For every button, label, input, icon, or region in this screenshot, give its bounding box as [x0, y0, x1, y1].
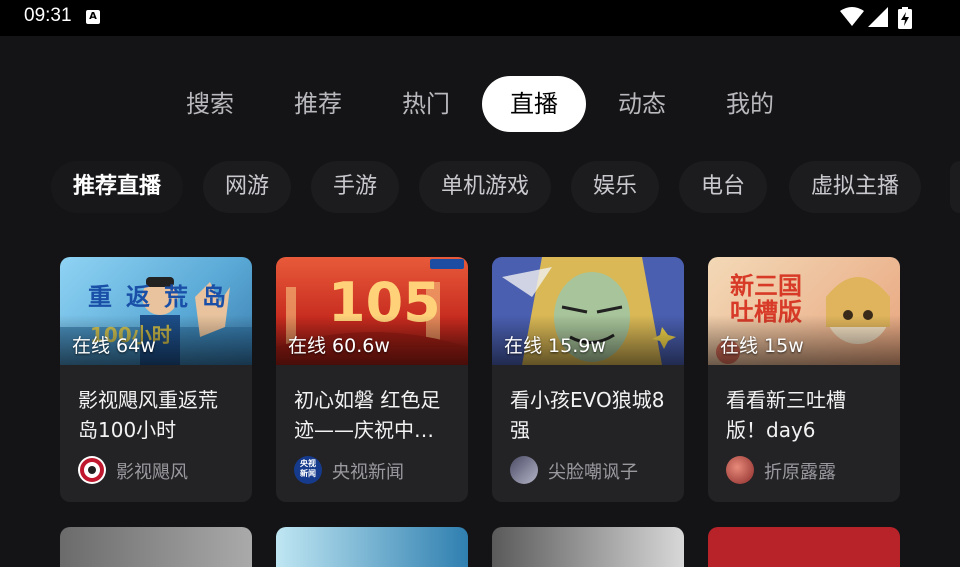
online-count: 在线 64w — [72, 335, 156, 357]
signal-icon — [868, 7, 888, 27]
live-title: 看小孩EVO狼城8强 — [510, 388, 665, 442]
live-title: 初心如磐 红色足迹——庆祝中国共产党成立105周年 — [294, 388, 441, 442]
live-title: 看看新三吐槽版！day6 — [726, 388, 846, 442]
category-entertainment[interactable]: 娱乐 — [570, 161, 660, 213]
live-card[interactable]: 新三国 吐槽版 在线 15w 看看新三吐槽版！day6 折原露露 — [708, 257, 900, 502]
online-count: 在线 15w — [720, 335, 804, 357]
tab-dynamic[interactable]: 动态 — [590, 76, 694, 132]
tab-mine[interactable]: 我的 — [698, 76, 802, 132]
live-title: 影视飓风重返荒岛100小时 — [78, 388, 218, 442]
accessibility-icon: A — [86, 10, 100, 24]
category-more-partial[interactable] — [950, 161, 960, 213]
battery-charging-icon — [898, 7, 912, 29]
category-online-games[interactable]: 网游 — [202, 161, 292, 213]
author-name: 折原露露 — [764, 462, 836, 483]
live-card-partial[interactable] — [276, 527, 468, 567]
live-thumbnail: 105 在线 60.6w — [276, 257, 468, 365]
author-name: 央视新闻 — [332, 462, 404, 483]
live-card-partial[interactable] — [708, 527, 900, 567]
category-mobile-games[interactable]: 手游 — [310, 161, 400, 213]
author-name: 影视飓风 — [116, 462, 188, 483]
live-thumbnail: 新三国 吐槽版 在线 15w — [708, 257, 900, 365]
status-icons — [840, 7, 920, 29]
tab-search[interactable]: 搜索 — [158, 76, 262, 132]
category-recommend-live[interactable]: 推荐直播 — [50, 161, 184, 213]
online-count: 在线 15.9w — [504, 335, 606, 357]
avatar — [510, 456, 538, 484]
live-thumbnail: 100小时 重返荒岛 在线 64w — [60, 257, 252, 365]
tab-hot[interactable]: 热门 — [374, 76, 478, 132]
cctv-tag-icon — [430, 259, 464, 269]
author-name: 尖脸嘲讽子 — [548, 462, 638, 483]
main-tab-bar: 搜索 推荐 热门 直播 动态 我的 — [0, 76, 960, 132]
wifi-icon — [840, 7, 864, 26]
tab-recommend[interactable]: 推荐 — [266, 76, 370, 132]
live-category-tabs: 推荐直播 网游 手游 单机游戏 娱乐 电台 虚拟主播 — [0, 161, 960, 213]
thumbnail-title-text: 重返荒岛 — [88, 283, 240, 311]
category-virtual-streamer[interactable]: 虚拟主播 — [788, 161, 922, 213]
category-single-player-games[interactable]: 单机游戏 — [418, 161, 552, 213]
status-bar: 09:31 A — [0, 0, 960, 36]
live-card[interactable]: 105 在线 60.6w 初心如磐 红色足迹——庆祝中国共产党成立105周年 央… — [276, 257, 468, 502]
avatar — [726, 456, 754, 484]
status-time: 09:31 — [24, 5, 72, 26]
category-radio[interactable]: 电台 — [678, 161, 768, 213]
live-card[interactable]: 在线 15.9w 看小孩EVO狼城8强 尖脸嘲讽子 — [492, 257, 684, 502]
avatar-text: 央视新闻 — [300, 459, 316, 478]
live-card-partial[interactable] — [60, 527, 252, 567]
avatar: 央视新闻 — [294, 456, 322, 484]
tab-live[interactable]: 直播 — [482, 76, 586, 132]
live-card-partial[interactable] — [492, 527, 684, 567]
live-card[interactable]: 100小时 重返荒岛 在线 64w 影视飓风重返荒岛100小时 影视飓风 — [60, 257, 252, 502]
live-thumbnail: 在线 15.9w — [492, 257, 684, 365]
avatar — [78, 456, 106, 484]
online-count: 在线 60.6w — [288, 335, 390, 357]
